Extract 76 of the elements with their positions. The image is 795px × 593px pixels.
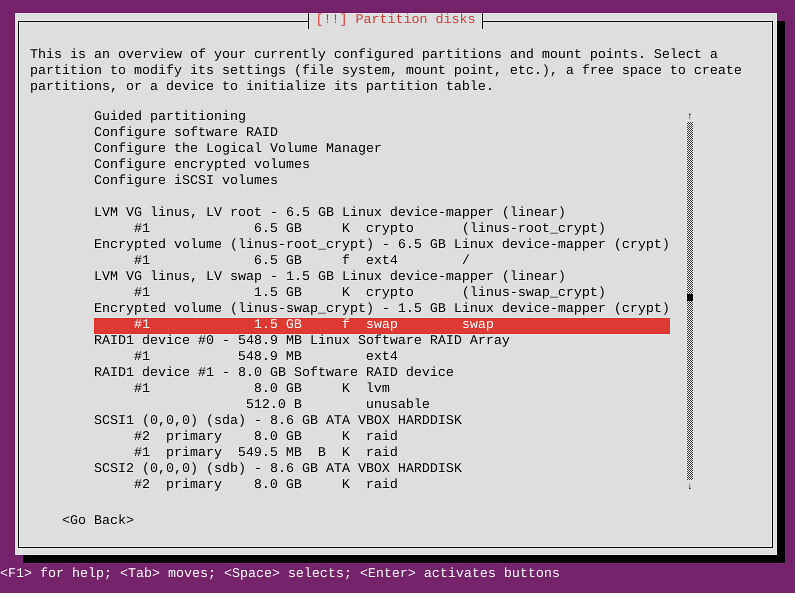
mount-point: swap — [462, 318, 494, 333]
status-bar-text: <F1> for help; <Tab> moves; <Space> selects; <Enter> activates buttons — [0, 567, 561, 583]
partition-size: 6.5 GB — [254, 254, 302, 269]
partition-size: 6.5 GB — [254, 222, 302, 237]
partition-number: #2 — [134, 478, 150, 493]
bootable-label: B — [318, 446, 326, 461]
scrollbar-track[interactable] — [686, 122, 693, 480]
partition-row[interactable]: #1 primary 549.5 MB B K raid — [94, 446, 670, 462]
instructions-text: This is an overview of your currently configured partitions and mount points. Select a partition to modify its settings (file system, mount point, etc.), a free space to create partitions, or a device to initialize its partition table. — [30, 48, 743, 96]
go-back-button[interactable]: <Go Back> — [62, 514, 134, 530]
partition-type: primary — [166, 446, 222, 461]
file-system: swap — [366, 318, 398, 333]
file-system: raid — [366, 446, 398, 461]
scroll-down-arrow[interactable]: ↓ — [686, 480, 694, 496]
usage-method-label: K — [342, 382, 350, 397]
partition-row[interactable]: #1 1.5 GB K crypto (linus-swap_crypt) — [94, 286, 670, 302]
partition-size: 1.5 GB — [254, 318, 302, 333]
partition-row[interactable]: #1 548.9 MB ext4 — [94, 350, 670, 366]
partition-size: 8.0 GB — [254, 430, 302, 445]
mount-point: (linus-swap_crypt) — [462, 286, 606, 301]
partition-number: #1 — [134, 318, 150, 333]
partition-row[interactable]: #1 1.5 GB f swap swap — [94, 318, 670, 334]
usage-method-label: K — [342, 222, 350, 237]
menu-item[interactable]: Guided partitioning — [94, 110, 670, 126]
menu-item[interactable]: Configure software RAID — [94, 126, 670, 142]
device-entry[interactable]: RAID1 device #1 - 8.0 GB Software RAID device — [94, 366, 670, 382]
partition-size: 8.0 GB — [254, 382, 302, 397]
device-entry[interactable]: SCSI2 (0,0,0) (sdb) - 8.6 GB ATA VBOX HARDDISK — [94, 462, 670, 478]
file-system: lvm — [366, 382, 390, 397]
usage-method-label: f — [342, 254, 350, 269]
partition-row[interactable]: #1 8.0 GB K lvm — [94, 382, 670, 398]
scroll-up-arrow[interactable]: ↑ — [686, 110, 694, 126]
mount-point: (linus-root_crypt) — [462, 222, 606, 237]
partition-row[interactable]: 512.0 B unusable — [94, 398, 670, 414]
partition-row[interactable]: #1 6.5 GB K crypto (linus-root_crypt) — [94, 222, 670, 238]
device-entry[interactable]: Encrypted volume (linus-swap_crypt) - 1.5 GB Linux device-mapper (crypt) — [94, 302, 670, 318]
partition-size: 512.0 B — [246, 398, 302, 413]
partition-row[interactable]: #2 primary 8.0 GB K raid — [94, 478, 670, 494]
partition-size: 8.0 GB — [254, 478, 302, 493]
partition-number: #1 — [134, 222, 150, 237]
partition-size: 548.9 MB — [238, 350, 302, 365]
partition-row[interactable]: #2 primary 8.0 GB K raid — [94, 430, 670, 446]
partition-number: #1 — [134, 446, 150, 461]
usage-method-label: K — [342, 286, 350, 301]
file-system: ext4 — [366, 254, 398, 269]
device-entry[interactable]: LVM VG linus, LV root - 6.5 GB Linux device-mapper (linear) — [94, 206, 670, 222]
menu-item[interactable]: Configure iSCSI volumes — [94, 174, 670, 190]
menu-item[interactable]: Configure encrypted volumes — [94, 158, 670, 174]
usage-method-label: f — [342, 318, 350, 333]
partition-size: 549.5 MB — [238, 446, 302, 461]
partition-number: #2 — [134, 430, 150, 445]
device-entry[interactable]: Encrypted volume (linus-root_crypt) - 6.5 GB Linux device-mapper (crypt) — [94, 238, 670, 254]
partition-number: #1 — [134, 254, 150, 269]
partition-size: 1.5 GB — [254, 286, 302, 301]
dialog-title: [!!] Partition disks — [308, 13, 484, 29]
file-system: unusable — [366, 398, 430, 413]
partition-row[interactable]: #1 6.5 GB f ext4 / — [94, 254, 670, 270]
file-system: crypto — [366, 222, 414, 237]
partition-number: #1 — [134, 350, 150, 365]
device-entry[interactable]: LVM VG linus, LV swap - 1.5 GB Linux device-mapper (linear) — [94, 270, 670, 286]
usage-method-label: K — [342, 446, 350, 461]
file-system: raid — [366, 478, 398, 493]
file-system: crypto — [366, 286, 414, 301]
scrollbar-thumb[interactable] — [686, 294, 693, 301]
menu-item[interactable]: Configure the Logical Volume Manager — [94, 142, 670, 158]
usage-method-label: K — [342, 430, 350, 445]
mount-point: / — [462, 254, 470, 269]
partition-type: primary — [166, 478, 222, 493]
partition-type: primary — [166, 430, 222, 445]
partition-number: #1 — [134, 286, 150, 301]
usage-method-label: K — [342, 478, 350, 493]
device-entry[interactable]: RAID1 device #0 - 548.9 MB Linux Software RAID Array — [94, 334, 670, 350]
device-entry[interactable]: SCSI1 (0,0,0) (sda) - 8.6 GB ATA VBOX HARDDISK — [94, 414, 670, 430]
file-system: ext4 — [366, 350, 398, 365]
partition-number: #1 — [134, 382, 150, 397]
file-system: raid — [366, 430, 398, 445]
